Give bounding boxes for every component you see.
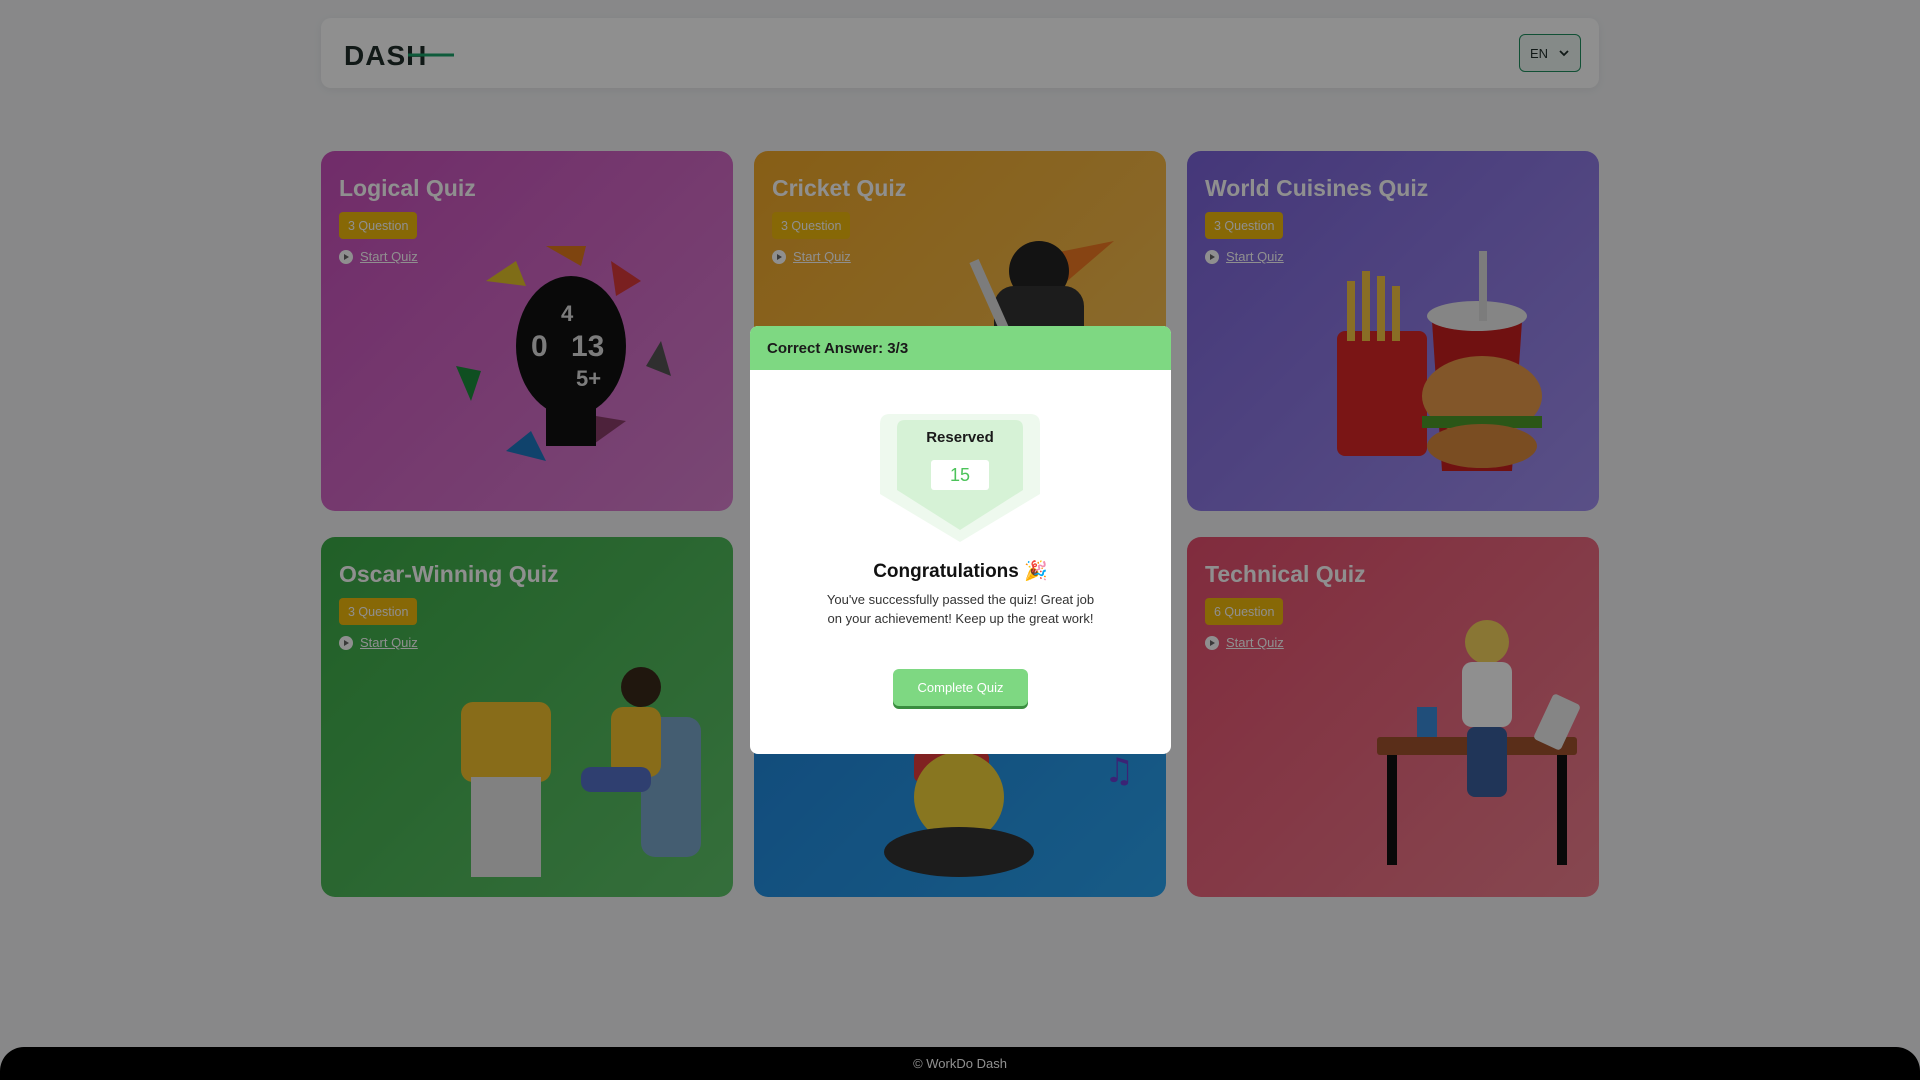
score-value: 15 [931,460,989,490]
result-modal: Correct Answer: 3/3 Reserved 15 Congratu… [750,326,1171,754]
congrats-title: Congratulations 🎉 [873,561,1048,582]
reserved-label: Reserved [926,429,994,446]
modal-header: Correct Answer: 3/3 [750,326,1171,370]
correct-answer-text: Correct Answer: 3/3 [767,339,909,357]
complete-quiz-button[interactable]: Complete Quiz [893,669,1028,706]
congrats-message: You've successfully passed the quiz! Gre… [826,592,1095,626]
